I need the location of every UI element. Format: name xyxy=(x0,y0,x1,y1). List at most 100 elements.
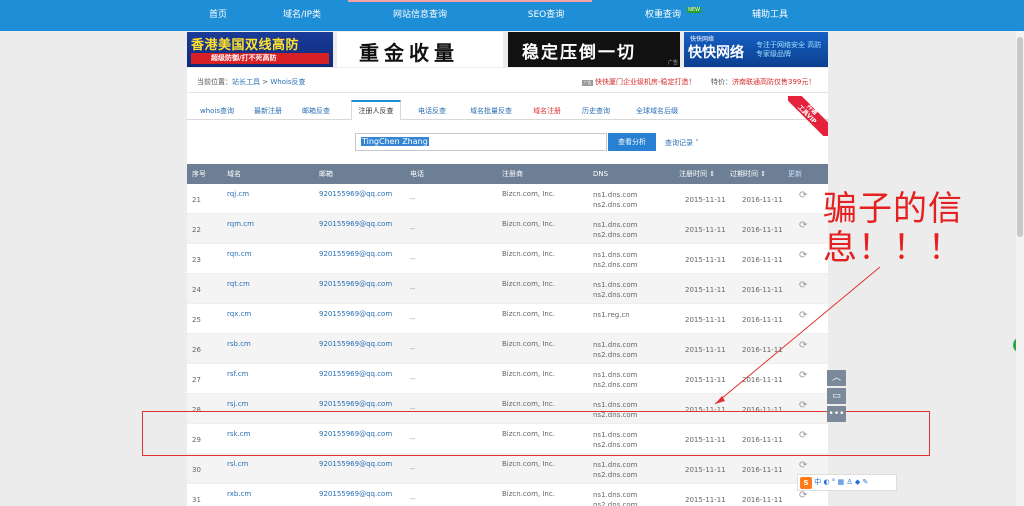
notice-ad[interactable]: 广告 快快厦门企业级机房-稳定打造！ xyxy=(582,77,696,87)
row-domain-link[interactable]: rsf.cm xyxy=(227,370,248,378)
page-scrollbar[interactable] xyxy=(1016,31,1024,506)
refresh-icon[interactable]: ⟳ xyxy=(799,280,807,291)
tab-latest[interactable]: 最新注册 xyxy=(247,100,289,120)
row-email-link[interactable]: 920155969@qq.com xyxy=(319,280,392,288)
nav-weight[interactable]: 权重查询 NEW xyxy=(638,0,701,31)
nav-tools[interactable]: 辅助工具 xyxy=(740,0,800,31)
ad-stability[interactable]: 稳定压倒一切 广告 xyxy=(508,32,680,67)
row-domain-link[interactable]: rqt.cm xyxy=(227,280,250,288)
row-dns: ns1.dns.com ns2.dns.com xyxy=(593,340,637,360)
row-email-link[interactable]: 920155969@qq.com xyxy=(319,460,392,468)
ime-toolbar[interactable]: S 中 ◐ ° ▦ ♙ ◆ ✎ xyxy=(797,474,897,491)
nav-home[interactable]: 首页 xyxy=(190,0,246,31)
refresh-icon[interactable]: ⟳ xyxy=(799,490,807,501)
tab-batch-reverse[interactable]: 域名批量反查 xyxy=(465,100,517,120)
notice-special[interactable]: 特价：济南联通高防仅售399元！ xyxy=(711,77,815,87)
th-registrar: 注册商 xyxy=(502,170,523,178)
vip-ribbon[interactable]: 开通 工具VIP xyxy=(788,96,828,136)
annotation-text: 骗子的信息！！！ xyxy=(823,189,963,268)
tab-phone-reverse[interactable]: 电话反查 xyxy=(411,100,453,120)
row-index: 30 xyxy=(192,466,201,474)
row-email-link[interactable]: 920155969@qq.com xyxy=(319,220,392,228)
refresh-icon[interactable]: ⟳ xyxy=(799,340,807,351)
row-email-link[interactable]: 920155969@qq.com xyxy=(319,490,392,498)
th-update[interactable]: 更新 xyxy=(788,164,802,184)
row-exp-date: 2016-11-11 xyxy=(742,256,783,264)
row-email-link[interactable]: 920155969@qq.com xyxy=(319,310,392,318)
tab-global-suffix[interactable]: 全球域名后缀 xyxy=(627,100,687,120)
row-dns2: ns2.dns.com xyxy=(593,501,638,506)
row-registrar: Bizcn.com, Inc. xyxy=(502,250,555,258)
row-email-link[interactable]: 920155969@qq.com xyxy=(319,250,392,258)
breadcrumb-bar: 当前位置：站长工具 > Whois反查 广告 快快厦门企业级机房-稳定打造！ 特价… xyxy=(187,68,828,93)
row-domain-link[interactable]: rqj.cm xyxy=(227,190,249,198)
refresh-icon[interactable]: ⟳ xyxy=(799,250,807,261)
row-registrar: Bizcn.com, Inc. xyxy=(502,280,555,288)
row-exp-date: 2016-11-11 xyxy=(742,466,783,474)
tab-domain-register[interactable]: 域名注册 xyxy=(527,100,567,120)
notice2-text: 济南联通高防仅售399元！ xyxy=(732,78,816,86)
row-exp-date: 2016-11-11 xyxy=(742,376,783,384)
refresh-icon[interactable]: ⟳ xyxy=(799,310,807,321)
row-domain-link[interactable]: rqn.cm xyxy=(227,250,252,258)
feedback-button[interactable]: ▭ xyxy=(827,388,846,404)
table-row: 22 rqm.cm 920155969@qq.com -- Bizcn.com, Inc… xyxy=(187,214,828,244)
row-dns: ns1.dns.com ns2.dns.com xyxy=(593,190,637,210)
row-domain-link[interactable]: rsl.cm xyxy=(227,460,248,468)
nav-seo[interactable]: SEO查询 xyxy=(516,0,576,31)
breadcrumb-current[interactable]: Whois反查 xyxy=(270,78,305,86)
tab-registrant-reverse[interactable]: 注册人反查 xyxy=(351,100,401,121)
row-email-link[interactable]: 920155969@qq.com xyxy=(319,190,392,198)
row-dns: ns1.reg.cn xyxy=(593,310,630,320)
query-history-link[interactable]: 查询记录 ˅ xyxy=(665,138,699,148)
ad-heavy-gold[interactable]: 重金收量 xyxy=(337,32,503,67)
th-dns: DNS xyxy=(593,170,609,178)
refresh-icon[interactable]: ⟳ xyxy=(799,220,807,231)
ad-kuaikuai[interactable]: 快快网络 快快网络 专注于网络安全 高防专家级品牌 xyxy=(684,32,828,67)
scrollbar-thumb[interactable] xyxy=(1017,37,1023,237)
row-index: 22 xyxy=(192,226,201,234)
ad1-title: 香港美国双线高防 xyxy=(191,38,300,53)
row-email-link[interactable]: 920155969@qq.com xyxy=(319,370,392,378)
th-exp-date[interactable]: 过期时间 ⇕ xyxy=(730,164,766,184)
row-domain-link[interactable]: rsj.cm xyxy=(227,400,248,408)
nav-site-info[interactable]: 网站信息查询 xyxy=(380,0,460,31)
refresh-icon[interactable]: ⟳ xyxy=(799,460,807,471)
nav-domain-ip[interactable]: 域名/IP类 xyxy=(272,0,332,31)
refresh-icon[interactable]: ⟳ xyxy=(799,400,807,411)
scroll-top-button[interactable]: ︿ xyxy=(827,370,846,386)
row-domain-link[interactable]: rsb.cm xyxy=(227,340,251,348)
search-input[interactable]: TingChen Zhang xyxy=(355,133,607,151)
ad1-subtitle: 超级防御/打不死高防 xyxy=(191,53,329,64)
row-dns2: ns2.dns.com xyxy=(593,231,638,239)
row-domain-link[interactable]: rqx.cm xyxy=(227,310,251,318)
row-dns2: ns2.dns.com xyxy=(593,291,638,299)
ad-hk-us-defense[interactable]: 香港美国双线高防 超级防御/打不死高防 xyxy=(187,32,333,67)
row-registrar: Bizcn.com, Inc. xyxy=(502,340,555,348)
row-email-link[interactable]: 920155969@qq.com xyxy=(319,400,392,408)
row-phone: -- xyxy=(410,285,416,293)
ad3-text: 稳定压倒一切 xyxy=(522,43,636,63)
refresh-icon[interactable]: ⟳ xyxy=(799,190,807,201)
row-exp-date: 2016-11-11 xyxy=(742,496,783,504)
tab-history[interactable]: 历史查询 xyxy=(575,100,617,120)
row-dns2: ns2.dns.com xyxy=(593,201,638,209)
row-phone: -- xyxy=(410,195,416,203)
breadcrumb: 当前位置：站长工具 > Whois反查 xyxy=(197,77,306,87)
row-dns1: ns1.dns.com xyxy=(593,251,638,259)
new-badge: NEW xyxy=(687,7,701,13)
refresh-icon[interactable]: ⟳ xyxy=(799,370,807,381)
row-domain-link[interactable]: rxb.cm xyxy=(227,490,251,498)
more-button[interactable]: ••• xyxy=(827,406,846,422)
th-reg-date[interactable]: 注册时间 ⇕ xyxy=(679,164,715,184)
tab-whois[interactable]: whois查询 xyxy=(193,100,241,120)
annotation-highlight-box xyxy=(142,411,930,456)
tab-email-reverse[interactable]: 邮箱反查 xyxy=(295,100,337,120)
row-email-link[interactable]: 920155969@qq.com xyxy=(319,340,392,348)
row-domain-link[interactable]: rqm.cm xyxy=(227,220,254,228)
breadcrumb-root[interactable]: 站长工具 xyxy=(232,78,260,86)
row-reg-date: 2015-11-11 xyxy=(685,496,726,504)
search-button[interactable]: 查看分析 xyxy=(608,133,656,151)
row-dns2: ns2.dns.com xyxy=(593,471,638,479)
row-index: 21 xyxy=(192,196,201,204)
